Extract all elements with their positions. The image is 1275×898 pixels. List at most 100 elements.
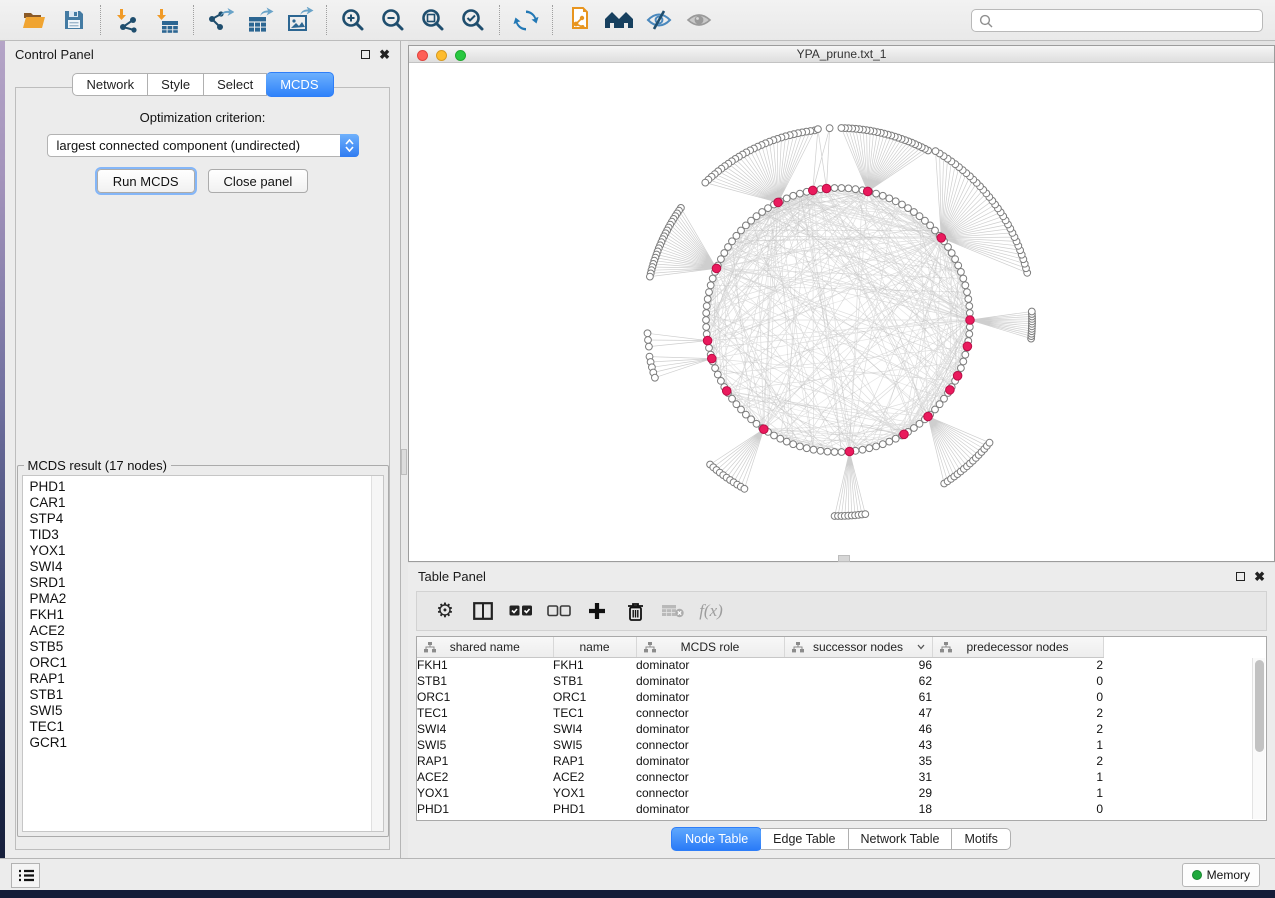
cell-successor_nodes[interactable]: 96 <box>784 657 932 673</box>
apply-layout-button[interactable] <box>509 4 543 36</box>
mcds-result-item[interactable]: FKH1 <box>23 607 383 623</box>
graph-node[interactable] <box>886 195 893 202</box>
cell-predecessor_nodes[interactable]: 2 <box>932 657 1103 673</box>
horizontal-splitter-handle[interactable] <box>838 555 850 562</box>
mcds-hub-node[interactable] <box>963 342 972 351</box>
graph-node[interactable] <box>899 201 906 208</box>
cell-successor_nodes[interactable]: 43 <box>784 737 932 753</box>
mcds-hub-node[interactable] <box>708 354 717 363</box>
cell-shared_name[interactable]: RAP1 <box>417 753 553 769</box>
graph-node[interactable] <box>958 269 965 276</box>
mcds-result-item[interactable]: TID3 <box>23 527 383 543</box>
graph-node[interactable] <box>845 185 852 192</box>
graph-node[interactable] <box>790 441 797 448</box>
cell-predecessor_nodes[interactable]: 2 <box>932 721 1103 737</box>
cell-shared_name[interactable]: SWI4 <box>417 721 553 737</box>
cell-shared_name[interactable]: PHD1 <box>417 801 553 817</box>
mcds-hub-node[interactable] <box>822 184 831 193</box>
cell-name[interactable]: FKH1 <box>553 657 636 673</box>
zoom-in-button[interactable] <box>336 4 370 36</box>
cell-successor_nodes[interactable]: 47 <box>784 705 932 721</box>
vertical-splitter[interactable] <box>401 41 408 858</box>
graph-node[interactable] <box>771 432 778 439</box>
tab-motifs[interactable]: Motifs <box>952 828 1010 850</box>
mcds-result-item[interactable]: STP4 <box>23 511 383 527</box>
close-panel-button[interactable]: Close panel <box>208 169 309 193</box>
graph-node[interactable] <box>838 185 845 192</box>
cell-predecessor_nodes[interactable]: 2 <box>932 705 1103 721</box>
cell-mcds_role[interactable]: dominator <box>636 673 784 689</box>
cell-predecessor_nodes[interactable]: 0 <box>932 689 1103 705</box>
graph-node[interactable] <box>831 185 838 192</box>
delete-column-button[interactable] <box>621 597 649 625</box>
cell-mcds_role[interactable]: connector <box>636 705 784 721</box>
graph-leaf-node[interactable] <box>644 330 651 337</box>
graph-node[interactable] <box>783 195 790 202</box>
tab-edge-table[interactable]: Edge Table <box>761 828 848 850</box>
graph-node[interactable] <box>965 296 972 303</box>
cell-shared_name[interactable]: FKH1 <box>417 657 553 673</box>
cell-name[interactable]: ACE2 <box>553 769 636 785</box>
graph-node[interactable] <box>707 282 714 289</box>
zoom-fit-button[interactable] <box>416 4 450 36</box>
graph-node[interactable] <box>703 310 710 317</box>
splitter-handle[interactable] <box>401 449 407 475</box>
cell-successor_nodes[interactable]: 18 <box>784 801 932 817</box>
tab-select[interactable]: Select <box>204 73 267 96</box>
cell-predecessor_nodes[interactable]: 2 <box>932 753 1103 769</box>
search-box[interactable] <box>971 9 1263 32</box>
table-row[interactable]: SWI4SWI4dominator462 <box>417 721 1103 737</box>
network-canvas[interactable] <box>409 63 1274 560</box>
graph-node[interactable] <box>703 324 710 331</box>
cell-mcds_role[interactable]: connector <box>636 737 784 753</box>
cell-predecessor_nodes[interactable]: 1 <box>932 785 1103 801</box>
mcds-hub-node[interactable] <box>946 386 955 395</box>
zoom-out-button[interactable] <box>376 4 410 36</box>
mcds-result-item[interactable]: YOX1 <box>23 543 383 559</box>
graph-leaf-node[interactable] <box>645 337 652 344</box>
mcds-hub-node[interactable] <box>760 425 769 434</box>
graph-node[interactable] <box>859 446 866 453</box>
cell-name[interactable]: RAP1 <box>553 753 636 769</box>
graph-node[interactable] <box>718 256 725 263</box>
float-window-icon[interactable] <box>361 50 370 59</box>
cell-successor_nodes[interactable]: 46 <box>784 721 932 737</box>
graph-node[interactable] <box>955 262 962 269</box>
table-row[interactable]: SWI5SWI5connector431 <box>417 737 1103 753</box>
graph-node[interactable] <box>964 289 971 296</box>
graph-node[interactable] <box>831 449 838 456</box>
run-mcds-button[interactable]: Run MCDS <box>97 169 195 193</box>
graph-node[interactable] <box>962 351 969 358</box>
mcds-result-item[interactable]: SWI4 <box>23 559 383 575</box>
mcds-hub-node[interactable] <box>722 387 731 396</box>
graph-node[interactable] <box>962 282 969 289</box>
cell-mcds_role[interactable]: connector <box>636 769 784 785</box>
save-session-button[interactable] <box>57 4 91 36</box>
mcds-hub-node[interactable] <box>845 447 854 456</box>
mcds-hub-node[interactable] <box>900 430 909 439</box>
minimize-window-icon[interactable] <box>436 50 447 61</box>
graph-leaf-node[interactable] <box>932 148 939 155</box>
table-row[interactable]: FKH1FKH1dominator962 <box>417 657 1103 673</box>
graph-leaf-node[interactable] <box>986 439 993 446</box>
mcds-result-item[interactable]: PMA2 <box>23 591 383 607</box>
graph-node[interactable] <box>706 345 713 352</box>
hide-columns-button[interactable] <box>545 597 573 625</box>
table-scrollbar[interactable] <box>1252 658 1265 819</box>
open-file-button[interactable] <box>17 4 51 36</box>
table-row[interactable]: TEC1TEC1connector472 <box>417 705 1103 721</box>
memory-button[interactable]: Memory <box>1182 863 1260 887</box>
graph-node[interactable] <box>958 365 965 372</box>
column-header-successor-nodes[interactable]: successor nodes <box>784 637 932 657</box>
table-row[interactable]: ORC1ORC1dominator610 <box>417 689 1103 705</box>
first-neighbors-button[interactable] <box>602 4 636 36</box>
cell-mcds_role[interactable]: dominator <box>636 689 784 705</box>
cell-predecessor_nodes[interactable]: 1 <box>932 737 1103 753</box>
maximize-window-icon[interactable] <box>455 50 466 61</box>
zoom-selected-button[interactable] <box>456 4 490 36</box>
cell-successor_nodes[interactable]: 35 <box>784 753 932 769</box>
table-row[interactable]: RAP1RAP1dominator352 <box>417 753 1103 769</box>
graph-node[interactable] <box>966 331 973 338</box>
column-header-shared-name[interactable]: shared name <box>417 637 553 657</box>
cell-shared_name[interactable]: YOX1 <box>417 785 553 801</box>
